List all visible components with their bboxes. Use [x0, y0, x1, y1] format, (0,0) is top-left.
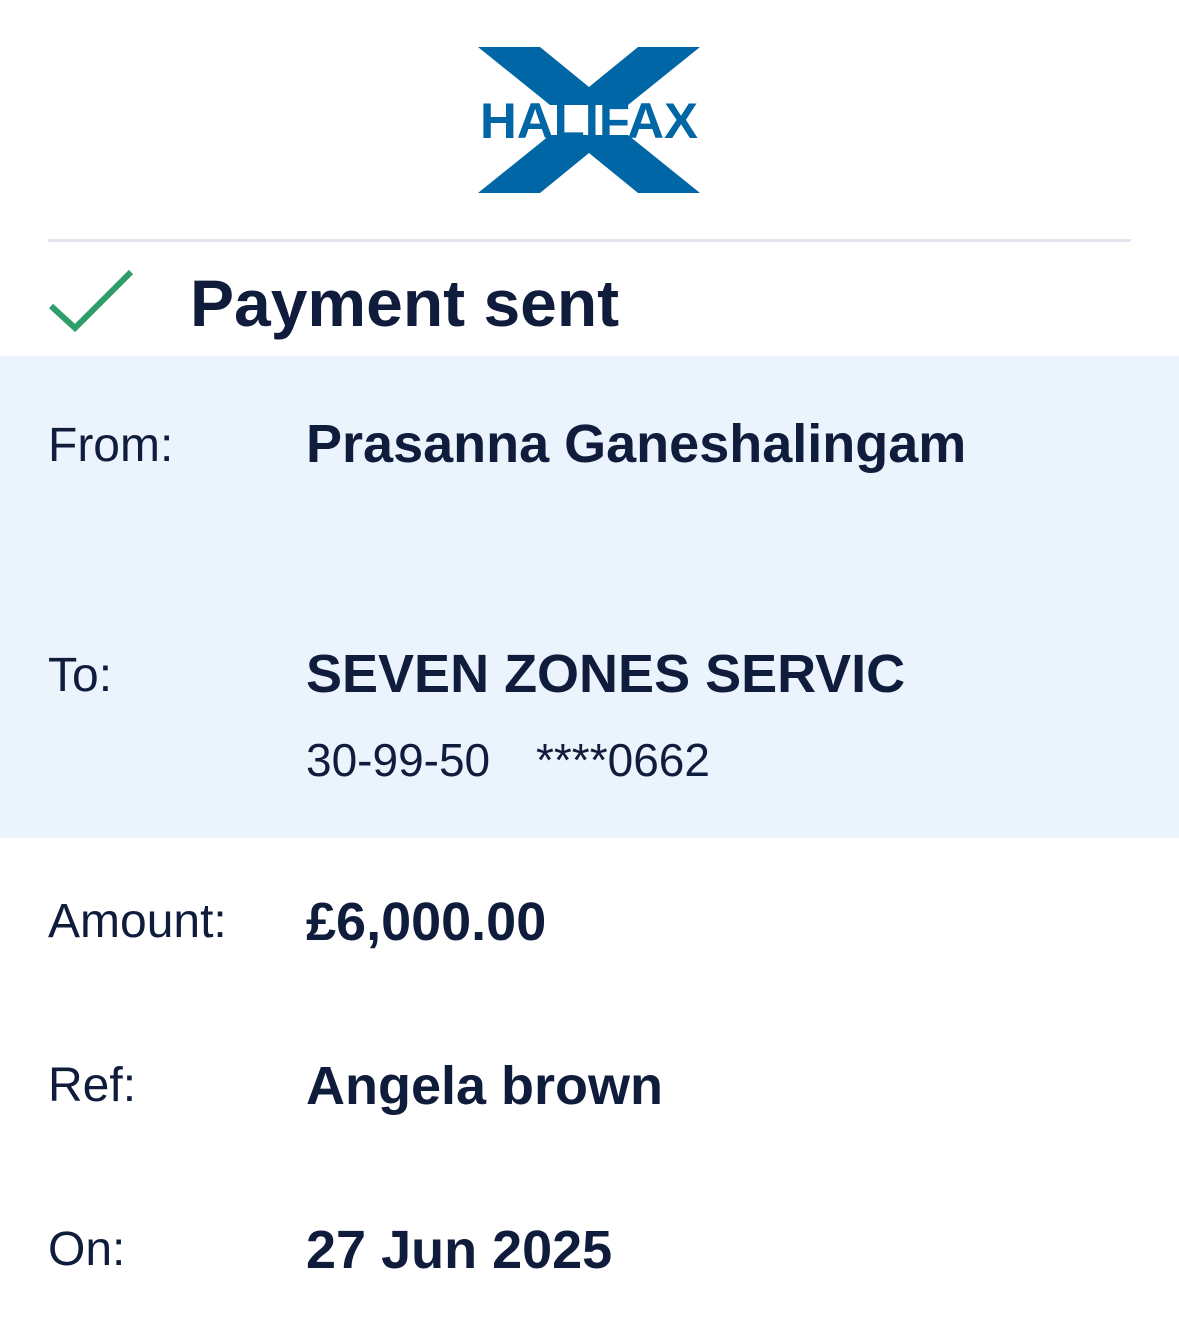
amount-label: Amount: — [48, 895, 227, 948]
to-label: To: — [48, 649, 113, 702]
page-title: Payment sent — [190, 266, 620, 340]
halifax-logo: HALIFAX — [478, 47, 700, 193]
check-icon — [48, 269, 134, 333]
svg-text:HALIFAX: HALIFAX — [480, 93, 698, 149]
date-label: On: — [48, 1223, 126, 1276]
from-label: From: — [48, 419, 174, 472]
date-value: 27 Jun 2025 — [306, 1220, 613, 1280]
payment-status: Payment sent — [0, 242, 1179, 356]
account-number: ****0662 — [536, 734, 710, 786]
ref-value: Angela brown — [306, 1056, 664, 1116]
ref-label: Ref: — [48, 1059, 137, 1112]
from-value: Prasanna Ganeshalingam — [306, 414, 967, 474]
to-value: SEVEN ZONES SERVIC — [306, 644, 906, 704]
sort-code: 30-99-50 — [306, 734, 491, 786]
amount-value: £6,000.00 — [306, 892, 547, 952]
